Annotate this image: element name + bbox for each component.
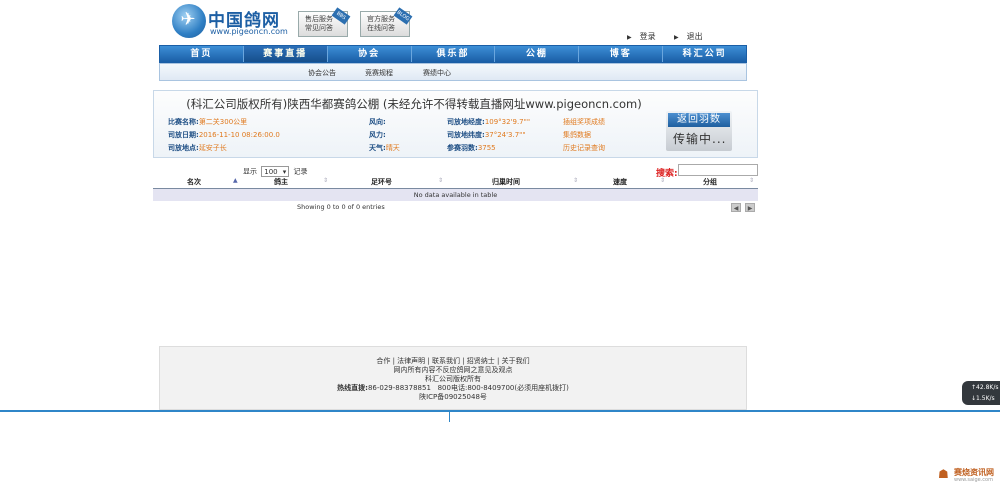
tel-value: 800-8409700(必须用座机拨打) [467, 384, 569, 392]
release-place-label: 司放地点: [168, 144, 199, 152]
sort-icon: ⇕ [323, 177, 329, 184]
nav-race-live[interactable]: 赛事直播 [243, 46, 328, 62]
sort-icon: ⇕ [660, 177, 666, 184]
upload-value: 42.8K/s [976, 384, 999, 391]
logout-label: 退出 [686, 32, 703, 41]
weather-label: 天气: [369, 144, 386, 152]
page-size-select[interactable]: 100 [261, 166, 290, 178]
watermark-logo-icon: ☗ [938, 467, 949, 481]
latitude-label: 司放地纬度: [447, 131, 485, 139]
race-name-row: 比赛名称:第二关300公里 [168, 117, 247, 127]
nav-blog[interactable]: 博客 [579, 46, 664, 62]
col-rank[interactable]: 名次 [187, 177, 201, 187]
search-input[interactable] [678, 164, 758, 176]
footer-icp[interactable]: 陕ICP备09025048号 [160, 392, 746, 402]
footer: 合作 | 法律声明 | 联系我们 | 招贤纳士 | 关于我们 网内所有内容不反应… [159, 346, 747, 410]
login-link[interactable]: ▶ 登录 [627, 31, 656, 42]
col-speed[interactable]: 速度 [613, 177, 627, 187]
subnav-association-notice[interactable]: 协会公告 [308, 68, 336, 78]
race-name-label: 比赛名称: [168, 118, 199, 126]
empty-table-row: No data available in table [153, 189, 758, 201]
arrow-left-icon: ◀ [733, 205, 739, 212]
longitude-label: 司放地经度: [447, 118, 485, 126]
main-nav: 首页 赛事直播 协会 俱乐部 公棚 博客 科汇公司 [159, 45, 747, 63]
watermark: ☗ 赛烧资讯网 www.saige.com [934, 467, 1000, 485]
race-title: (科汇公司版权所有)陕西华都赛鸽公棚 (未经允许不得转载直播网址www.pige… [186, 97, 642, 111]
hotline-label: 热线直拨: [337, 384, 368, 392]
button-line2: 在线问答 [367, 24, 395, 32]
release-place-value: 延安子长 [198, 144, 227, 152]
longitude-value: 109°32'9.7"" [484, 118, 531, 126]
button-line2: 常见问答 [305, 24, 333, 32]
login-label: 登录 [639, 32, 656, 41]
release-place-row: 司放地点:延安子长 [168, 143, 227, 153]
nav-home[interactable]: 首页 [160, 46, 244, 62]
loft-data-link[interactable]: 集鸽数据 [563, 130, 591, 140]
upload-speed: ↑42.8K/s [971, 384, 998, 391]
wind-force-label: 风力: [369, 131, 386, 139]
next-page-button[interactable]: ▶ [745, 203, 755, 212]
subnav-race-rules[interactable]: 竞赛规程 [365, 68, 393, 78]
nav-loft[interactable]: 公棚 [495, 46, 580, 62]
longitude-row: 司放地经度:109°32'9.7"" [447, 117, 530, 127]
arrow-right-icon: ▶ [747, 205, 753, 212]
race-name-value: 第二关300公里 [198, 118, 248, 126]
tel-label: 800电话: [437, 384, 468, 392]
logout-link[interactable]: ▶ 退出 [674, 31, 703, 42]
download-speed: ↓1.5K/s [971, 395, 995, 402]
bird-count-row: 参赛羽数:3755 [447, 143, 496, 153]
logo-url: www.pigeoncn.com [210, 27, 288, 36]
wind-dir-row: 风向: [369, 117, 386, 127]
table-info: Showing 0 to 0 of 0 entries [297, 203, 385, 211]
after-sales-faq-button[interactable]: 售后服务 常见问答 BBS [298, 7, 351, 37]
return-count-button[interactable]: 返回羽数 [668, 113, 730, 127]
download-value: 1.5K/s [976, 395, 995, 402]
records-label: 记录 [293, 167, 308, 176]
transmitting-status: 传输中... [673, 132, 727, 146]
latitude-value: 37°24'3.7"" [484, 131, 526, 139]
release-date-value: 2016-11-10 08:26:00.0 [198, 131, 280, 139]
col-group[interactable]: 分组 [703, 177, 717, 187]
col-arrival-time[interactable]: 归巢时间 [492, 177, 520, 187]
group-prize-link[interactable]: 插组奖项成绩 [563, 117, 605, 127]
col-ring-number[interactable]: 足环号 [371, 177, 392, 187]
nav-association[interactable]: 协会 [328, 46, 412, 62]
nav-club[interactable]: 俱乐部 [412, 46, 496, 62]
col-owner[interactable]: 鸽主 [274, 177, 288, 187]
sort-icon: ⇕ [573, 177, 579, 184]
weather-value: 晴天 [385, 144, 400, 152]
table-header: 名次 ▲ 鸽主 ⇕ 足环号 ⇕ 归巢时间 ⇕ 速度 ⇕ 分组 ⇕ [153, 177, 758, 189]
sort-asc-icon: ▲ [233, 177, 238, 184]
nav-kehui[interactable]: 科汇公司 [663, 46, 746, 62]
latitude-row: 司放地纬度:37°24'3.7"" [447, 130, 526, 140]
release-date-label: 司放日期: [168, 131, 199, 139]
bird-count-label: 参赛羽数: [447, 144, 478, 152]
sort-icon: ⇕ [749, 177, 755, 184]
prev-page-button[interactable]: ◀ [731, 203, 741, 212]
watermark-url: www.saige.com [954, 477, 993, 483]
release-date-row: 司放日期:2016-11-10 08:26:00.0 [168, 130, 280, 140]
pigeon-icon: ✈ [180, 9, 196, 30]
wind-force-row: 风力: [369, 130, 386, 140]
divider-tick [449, 412, 450, 422]
arrow-right-icon: ▶ [627, 34, 632, 41]
history-query-link[interactable]: 历史记录查询 [563, 143, 605, 153]
hotline-value: 86-029-88378851 [367, 384, 431, 392]
sort-icon: ⇕ [438, 177, 444, 184]
divider-line [0, 410, 1000, 412]
show-label: 显示 [243, 167, 257, 176]
network-speed-widget[interactable]: ↑42.8K/s ↓1.5K/s [962, 381, 1000, 405]
subnav-results-center[interactable]: 赛绩中心 [423, 68, 451, 78]
official-service-button[interactable]: 官方服务 在线问答 BLOG [360, 7, 413, 37]
weather-row: 天气:晴天 [369, 143, 400, 153]
race-info-panel: (科汇公司版权所有)陕西华都赛鸽公棚 (未经允许不得转载直播网址www.pige… [153, 90, 758, 158]
wind-dir-label: 风向: [369, 118, 386, 126]
page-length-control: 显示 100 记录 [243, 166, 308, 178]
sub-nav: 协会公告 竞赛规程 赛绩中心 [159, 63, 747, 81]
arrow-right-icon: ▶ [674, 34, 679, 41]
site-logo[interactable]: ✈ 中国鸽网 www.pigeoncn.com [172, 4, 288, 40]
bird-count-value: 3755 [477, 144, 496, 152]
